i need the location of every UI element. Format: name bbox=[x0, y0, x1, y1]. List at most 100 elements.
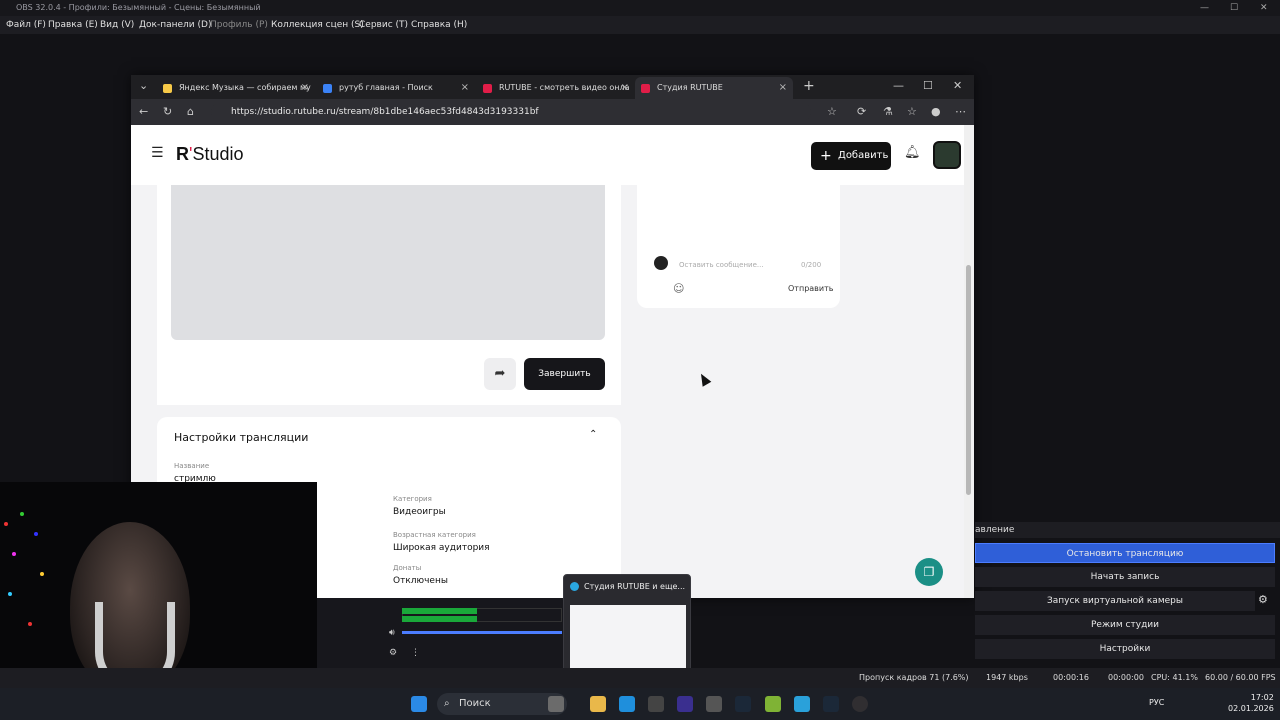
minecraft-icon[interactable] bbox=[765, 696, 781, 712]
menu-edit[interactable]: Правка (E) bbox=[48, 16, 98, 34]
close-tab-icon[interactable]: × bbox=[779, 77, 787, 99]
windows-start-icon[interactable] bbox=[411, 696, 427, 712]
support-chat-button[interactable]: ❐ bbox=[915, 558, 943, 586]
notifications-bell-icon[interactable]: 🔔︎ bbox=[904, 145, 921, 160]
close-tab-icon[interactable]: × bbox=[621, 77, 629, 99]
minimize-icon[interactable]: — bbox=[1200, 0, 1209, 16]
add-button-label: Добавить bbox=[838, 150, 889, 161]
obs-icon[interactable] bbox=[852, 696, 868, 712]
tab-label: Студия RUTUBE bbox=[657, 83, 723, 92]
close-tab-icon[interactable]: × bbox=[301, 77, 309, 99]
profile-icon[interactable]: ● bbox=[931, 103, 941, 121]
thumbnail-image bbox=[570, 605, 686, 673]
edge-icon[interactable] bbox=[619, 696, 635, 712]
start-recording-button[interactable]: Начать запись bbox=[975, 567, 1275, 587]
search-icon: ⌕ bbox=[444, 698, 450, 709]
emoji-icon[interactable]: ☺ bbox=[673, 282, 684, 295]
tab-label: Яндекс Музыка — собираем му bbox=[179, 83, 311, 92]
tab-rutube[interactable]: RUTUBE - смотреть видео онла × bbox=[477, 77, 635, 99]
hamburger-menu-icon[interactable]: ☰ bbox=[151, 145, 164, 161]
maximize-icon[interactable]: ☐ bbox=[923, 77, 933, 95]
gear-icon[interactable]: ⚙ bbox=[1258, 593, 1268, 606]
app-icon[interactable] bbox=[706, 696, 722, 712]
reload-icon[interactable]: ↻ bbox=[163, 103, 172, 121]
steam-icon[interactable] bbox=[735, 696, 751, 712]
add-button[interactable]: + Добавить bbox=[811, 142, 891, 170]
avatar[interactable] bbox=[933, 141, 961, 169]
close-icon[interactable]: ✕ bbox=[1260, 0, 1268, 16]
rutube-studio-logo[interactable]: R'Studio bbox=[176, 144, 243, 165]
record-time: 00:00:00 bbox=[1108, 673, 1144, 682]
menu-profile[interactable]: Профиль (P) bbox=[210, 16, 268, 34]
virtual-camera-button[interactable]: Запуск виртуальной камеры bbox=[975, 591, 1255, 611]
maximize-icon[interactable]: ☐ bbox=[1230, 0, 1238, 16]
garland-light bbox=[28, 622, 32, 626]
rutube-favicon-icon bbox=[483, 84, 492, 93]
chat-message-input[interactable]: Оставить сообщение... bbox=[679, 261, 764, 269]
tab-rutube-studio[interactable]: Студия RUTUBE × bbox=[635, 77, 793, 99]
more-vertical-icon[interactable]: ⋮ bbox=[411, 648, 420, 658]
language-indicator[interactable]: РУС bbox=[1149, 698, 1164, 707]
close-tab-icon[interactable]: × bbox=[461, 77, 469, 99]
app-icon[interactable] bbox=[677, 696, 693, 712]
steam-icon[interactable] bbox=[823, 696, 839, 712]
studio-mode-button[interactable]: Режим студии bbox=[975, 615, 1275, 635]
donations-value[interactable]: Отключены bbox=[393, 576, 448, 586]
settings-button[interactable]: Настройки bbox=[975, 639, 1275, 659]
minimize-icon[interactable]: — bbox=[893, 77, 904, 95]
taskbar: ⌕ Поиск РУС 17:02 02.01.2026 bbox=[0, 688, 1280, 720]
page-scrollbar[interactable] bbox=[964, 125, 974, 598]
stream-preview-card: ➦ Завершить bbox=[157, 185, 621, 405]
tab-label: рутуб главная - Поиск bbox=[339, 83, 433, 92]
video-preview bbox=[171, 185, 605, 340]
tab-list-icon[interactable]: ⌄ bbox=[139, 77, 148, 95]
volume-slider[interactable] bbox=[402, 631, 562, 634]
menu-file[interactable]: Файл (F) bbox=[6, 16, 46, 34]
send-button[interactable]: Отправить bbox=[788, 284, 833, 293]
menu-help[interactable]: Справка (H) bbox=[411, 16, 467, 34]
scrollbar-thumb[interactable] bbox=[966, 265, 971, 495]
stop-streaming-button[interactable]: Остановить трансляцию bbox=[975, 543, 1275, 563]
garland-light bbox=[8, 592, 12, 596]
task-view-icon[interactable] bbox=[548, 696, 564, 712]
extensions-icon[interactable]: ⟳ bbox=[857, 103, 866, 121]
file-explorer-icon[interactable] bbox=[590, 696, 606, 712]
finish-stream-button[interactable]: Завершить bbox=[524, 358, 605, 390]
settings-title: Настройки трансляции bbox=[174, 431, 309, 444]
back-icon[interactable]: ← bbox=[139, 103, 148, 121]
tab-yandex-music[interactable]: Яндекс Музыка — собираем му × bbox=[157, 77, 315, 99]
tab-search[interactable]: рутуб главная - Поиск × bbox=[317, 77, 475, 99]
close-window-icon[interactable]: ✕ bbox=[953, 77, 962, 95]
age-value[interactable]: Широкая аудитория bbox=[393, 543, 490, 553]
menu-view[interactable]: Вид (V) bbox=[100, 16, 134, 34]
garland-light bbox=[4, 522, 8, 526]
home-icon[interactable]: ⌂ bbox=[187, 103, 194, 121]
collections-icon[interactable]: ☆ bbox=[907, 103, 917, 121]
stream-time: 00:00:16 bbox=[1053, 673, 1089, 682]
menu-scene-collection[interactable]: Коллекция сцен (S) bbox=[271, 16, 364, 34]
telegram-icon[interactable] bbox=[794, 696, 810, 712]
gear-icon[interactable]: ⚙ bbox=[389, 648, 397, 658]
speaker-icon[interactable]: 🔊︎ bbox=[389, 628, 395, 638]
url-field[interactable]: https://studio.rutube.ru/stream/8b1dbe14… bbox=[211, 103, 811, 121]
taskbar-thumbnail-preview[interactable]: Студия RUTUBE и еще... bbox=[563, 574, 691, 676]
menu-docks[interactable]: Док-панели (D) bbox=[139, 16, 211, 34]
tab-bar: ⌄ Яндекс Музыка — собираем му × рутуб гл… bbox=[131, 75, 974, 99]
fps: 60.00 / 60.00 FPS bbox=[1205, 673, 1276, 682]
rutube-favicon-icon bbox=[641, 84, 650, 93]
favorite-star-icon[interactable]: ☆ bbox=[827, 103, 837, 121]
category-value[interactable]: Видеоигры bbox=[393, 507, 446, 517]
store-icon[interactable] bbox=[648, 696, 664, 712]
obs-title-bar: OBS 32.0.4 - Профили: Безымянный - Сцены… bbox=[0, 0, 1280, 16]
share-button[interactable]: ➦ bbox=[484, 358, 516, 390]
clock[interactable]: 17:02 02.01.2026 bbox=[1228, 692, 1274, 714]
garland-light bbox=[40, 572, 44, 576]
tools-icon[interactable]: ⚗ bbox=[883, 103, 893, 121]
audio-level-bar bbox=[402, 616, 477, 622]
chevron-up-icon[interactable]: ⌃ bbox=[589, 429, 597, 440]
more-icon[interactable]: ⋯ bbox=[955, 103, 966, 121]
new-tab-icon[interactable]: + bbox=[803, 77, 815, 95]
obs-menu-bar: Файл (F) Правка (E) Вид (V) Док-панели (… bbox=[0, 16, 1280, 34]
menu-tools[interactable]: Сервис (T) bbox=[359, 16, 408, 34]
category-label: Категория bbox=[393, 495, 432, 503]
